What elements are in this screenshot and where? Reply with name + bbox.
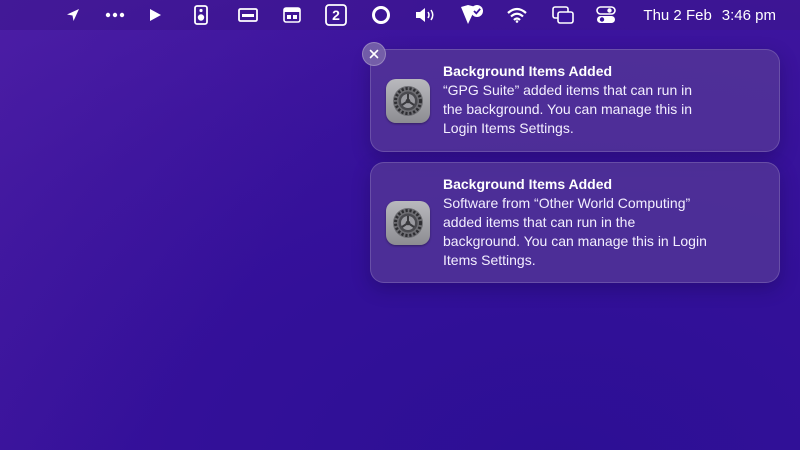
workspace-number-icon[interactable]: 2 (325, 0, 347, 30)
control-center-icon[interactable] (596, 0, 616, 30)
notification-line: the background. You can manage this in (443, 101, 693, 117)
menubar-clock[interactable]: Thu 2 Feb 3:46 pm (643, 0, 776, 30)
menubar-time: 3:46 pm (721, 6, 776, 24)
notification-title: Background Items Added (443, 176, 613, 192)
notification-line: added items that can run in the (443, 214, 636, 230)
wifi-icon[interactable] (507, 0, 527, 30)
notification-body: Background Items Added Software from “Ot… (443, 175, 763, 270)
notification-line: “GPG Suite” added items that can run in (443, 82, 693, 98)
volume-icon[interactable] (415, 0, 437, 30)
more-dots-icon[interactable] (105, 0, 125, 30)
menubar-date: Thu 2 Feb (643, 6, 712, 24)
notification-body: Background Items Added “GPG Suite” added… (443, 62, 763, 138)
close-icon (369, 49, 379, 59)
menu-bar: 2 Thu 2 Feb 3:46 pm (0, 0, 800, 30)
notification-background-items-owc[interactable]: Background Items Added Software from “Ot… (370, 162, 780, 283)
system-settings-gear-icon (386, 79, 430, 123)
notification-line: Software from “Other World Computing” (443, 195, 691, 211)
play-icon[interactable] (148, 0, 162, 30)
notification-background-items-gpg[interactable]: Background Items Added “GPG Suite” added… (370, 49, 780, 152)
location-arrow-icon[interactable] (65, 0, 81, 30)
notification-title: Background Items Added (443, 63, 613, 79)
calendar-widget-icon[interactable] (283, 0, 301, 30)
notification-line: background. You can manage this in Login (443, 233, 707, 249)
window-bar-icon[interactable] (238, 0, 258, 30)
notification-line: Items Settings. (443, 252, 536, 268)
workspace-number-label: 2 (332, 7, 340, 23)
system-settings-gear-icon (386, 201, 430, 245)
vpn-shield-check-icon[interactable] (460, 0, 484, 30)
circle-record-icon[interactable] (371, 0, 391, 30)
speaker-device-icon[interactable] (194, 0, 208, 30)
close-notification-button[interactable] (362, 42, 386, 66)
screen-mirroring-icon[interactable] (552, 0, 574, 30)
notification-line: Login Items Settings. (443, 120, 574, 136)
